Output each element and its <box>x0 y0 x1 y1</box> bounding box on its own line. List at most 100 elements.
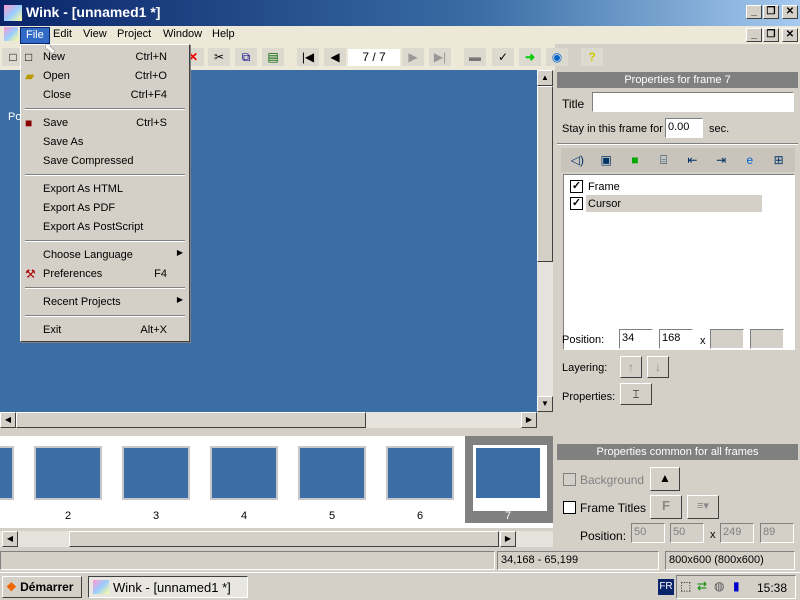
scroll-left-icon[interactable]: ◀ <box>2 531 18 547</box>
render-arrow-icon[interactable]: ➜ <box>519 48 541 66</box>
object-properties-icon[interactable]: ⌶ <box>620 383 652 405</box>
filmstrip[interactable]: 2 3 4 5 6 7 <box>0 436 553 528</box>
list-item[interactable]: ✓ Frame <box>568 178 762 195</box>
menu-project[interactable]: Project <box>112 27 156 44</box>
minimize-button[interactable]: _ <box>746 5 762 19</box>
language-indicator[interactable]: FR <box>658 579 674 595</box>
frame-thumbnail[interactable] <box>0 446 14 500</box>
scroll-thumb[interactable] <box>537 86 553 262</box>
add-shape-icon[interactable]: ■ <box>623 151 648 169</box>
cut-icon[interactable]: ✂ <box>208 48 230 66</box>
horizontal-scrollbar[interactable]: ◀ ▶ <box>0 412 537 428</box>
menu-item-export-html[interactable]: Export As HTML <box>21 180 189 199</box>
scroll-up-icon[interactable]: ▲ <box>537 70 553 86</box>
scroll-down-icon[interactable]: ▼ <box>537 396 553 412</box>
document-icon[interactable] <box>4 27 18 41</box>
object-list[interactable]: ✓ Frame ✓ Cursor <box>563 174 795 350</box>
add-sound-icon[interactable]: ◁) <box>565 151 590 169</box>
list-item[interactable]: ✓ Cursor <box>568 195 762 212</box>
next-frame-icon[interactable]: ▶ <box>402 48 424 66</box>
checkbox[interactable]: ✓ <box>570 197 583 210</box>
menu-item-save-compressed[interactable]: Save Compressed <box>21 152 189 171</box>
width-input[interactable] <box>710 329 744 349</box>
title-input[interactable] <box>592 92 794 112</box>
checked-page-icon[interactable]: ✓ <box>492 48 514 66</box>
menu-item-save-as[interactable]: Save As <box>21 133 189 152</box>
title-width-input[interactable]: 249 <box>720 523 754 543</box>
frame-icon[interactable]: ▬ <box>464 48 486 66</box>
menu-help[interactable]: Help <box>207 27 240 44</box>
menu-item-open[interactable]: ▰ Open Ctrl+O <box>21 67 189 86</box>
menu-item-close[interactable]: Close Ctrl+F4 <box>21 86 189 105</box>
add-goto-icon[interactable]: ⊞ <box>766 151 791 169</box>
panel-header: Properties for frame 7 <box>557 72 798 88</box>
start-button[interactable]: ❖ Démarrer <box>2 576 82 598</box>
menu-item-preferences[interactable]: ⚒ Preferences F4 <box>21 265 189 284</box>
menu-item-export-postscript[interactable]: Export As PostScript <box>21 218 189 237</box>
add-link-icon[interactable]: e <box>738 151 763 169</box>
title-pos-y-input[interactable]: 50 <box>670 523 704 543</box>
stay-duration-input[interactable]: 0.00 <box>665 118 703 138</box>
prev-frame-icon[interactable]: ◀ <box>324 48 346 66</box>
height-input[interactable] <box>750 329 784 349</box>
wink-app-icon <box>4 5 22 21</box>
copy-icon[interactable]: ⧉ <box>235 48 257 66</box>
scroll-left-icon[interactable]: ◀ <box>0 412 16 428</box>
frame-titles-checkbox[interactable] <box>563 501 576 514</box>
add-prev-button-icon[interactable]: ⇤ <box>680 151 705 169</box>
menu-item-choose-language[interactable]: Choose Language ▶ <box>21 246 189 265</box>
help-icon[interactable]: ? <box>581 48 603 66</box>
scroll-thumb-h[interactable] <box>69 531 499 547</box>
paste-icon[interactable]: ▤ <box>262 48 284 66</box>
browser-preview-icon[interactable]: ◉ <box>546 48 568 66</box>
pos-x-input[interactable]: 34 <box>619 329 653 349</box>
frame-thumbnail-6[interactable] <box>386 446 454 500</box>
add-next-button-icon[interactable]: ⇥ <box>709 151 734 169</box>
background-image-icon[interactable]: ▲ <box>650 467 680 491</box>
taskbar-wink-button[interactable]: Wink - [unnamed1 *] <box>88 576 248 598</box>
doc-restore-button[interactable]: ❐ <box>763 28 779 42</box>
title-height-input[interactable]: 89 <box>760 523 794 543</box>
taskbar: ❖ Démarrer Wink - [unnamed1 *] FR ⬚ ⇄ ◍ … <box>0 572 800 600</box>
background-checkbox[interactable] <box>563 473 576 486</box>
layer-up-icon[interactable]: ↑ <box>620 356 642 378</box>
add-textbox-icon[interactable]: ⌸ <box>651 151 676 169</box>
menu-item-save[interactable]: ■ Save Ctrl+S <box>21 114 189 133</box>
scroll-thumb-h[interactable] <box>16 412 366 428</box>
status-message <box>0 551 495 570</box>
filmstrip-scrollbar[interactable]: ◀ ▶ <box>0 531 553 547</box>
frame-thumbnail-4[interactable] <box>210 446 278 500</box>
doc-minimize-button[interactable]: _ <box>746 28 762 42</box>
battery-icon[interactable]: ▮ <box>733 579 740 593</box>
title-pos-x-input[interactable]: 50 <box>631 523 665 543</box>
frame-counter[interactable]: 7 / 7 <box>348 49 400 66</box>
menu-item-export-pdf[interactable]: Export As PDF <box>21 199 189 218</box>
alignment-dropdown-icon[interactable]: ≡▾ <box>687 495 719 519</box>
wink-app-icon <box>93 580 109 594</box>
network-icon[interactable]: ⇄ <box>697 579 707 593</box>
menu-item-exit[interactable]: Exit Alt+X <box>21 321 189 340</box>
menu-item-recent-projects[interactable]: Recent Projects ▶ <box>21 293 189 312</box>
layer-down-icon[interactable]: ↓ <box>647 356 669 378</box>
checkbox[interactable]: ✓ <box>570 180 583 193</box>
close-button[interactable]: ✕ <box>782 5 798 19</box>
menu-window[interactable]: Window <box>158 27 207 44</box>
frame-thumbnail-3[interactable] <box>122 446 190 500</box>
frame-thumbnail-5[interactable] <box>298 446 366 500</box>
pos-y-input[interactable]: 168 <box>659 329 693 349</box>
vertical-scrollbar[interactable]: ▲ ▼ <box>537 70 553 412</box>
add-image-icon[interactable]: ▣ <box>594 151 619 169</box>
frame-thumbnail-7[interactable] <box>474 446 542 500</box>
last-frame-icon[interactable]: ▶| <box>429 48 451 66</box>
frame-thumbnail-2[interactable] <box>34 446 102 500</box>
scroll-right-icon[interactable]: ▶ <box>500 531 516 547</box>
maximize-button[interactable]: ❐ <box>763 5 779 19</box>
font-icon[interactable]: F <box>650 495 682 519</box>
item-label: Frame <box>588 181 620 193</box>
volume-icon[interactable]: ◍ <box>714 579 724 593</box>
doc-close-button[interactable]: ✕ <box>782 28 798 42</box>
menu-view[interactable]: View <box>78 27 112 44</box>
wink-tray-icon[interactable]: ⬚ <box>680 579 691 593</box>
scroll-right-icon[interactable]: ▶ <box>521 412 537 428</box>
first-frame-icon[interactable]: |◀ <box>297 48 319 66</box>
